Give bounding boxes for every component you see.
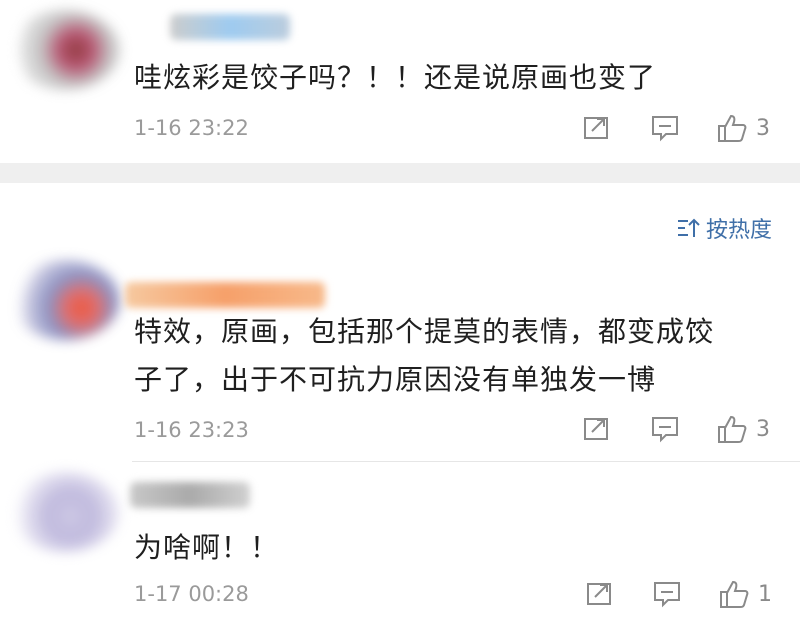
repost-button[interactable] [582, 114, 612, 142]
comment-text-line-1: 特效，原画，包括那个提莫的表情，都变成饺 [134, 315, 715, 348]
username-redacted[interactable] [170, 14, 290, 40]
thumbs-up-icon [718, 415, 747, 443]
comment-button[interactable] [650, 114, 680, 142]
like-button[interactable]: 1 [718, 578, 772, 610]
comment-icon [654, 582, 680, 608]
avatar[interactable] [10, 260, 120, 340]
like-count: 3 [756, 416, 770, 442]
username-redacted[interactable] [130, 482, 250, 508]
comment-card-1: 哇炫彩是饺子吗？！！还是说原画也变了 1-16 23:22 3 [0, 0, 800, 163]
repost-button[interactable] [585, 580, 615, 608]
comment-time: 1-16 23:22 [134, 116, 249, 140]
like-button[interactable]: 3 [716, 112, 770, 144]
comment-card-2: 特效，原画，包括那个提莫的表情，都变成饺 子了，出于不可抗力原因没有单独发一博 … [0, 250, 800, 460]
comment-icon [652, 417, 678, 443]
comment-time: 1-16 23:23 [134, 418, 249, 442]
comment-text: 哇炫彩是饺子吗？！！还是说原画也变了 [134, 61, 657, 94]
repost-button[interactable] [582, 415, 612, 443]
comment-icon [652, 116, 678, 142]
like-count: 1 [758, 581, 772, 607]
like-count: 3 [756, 115, 770, 141]
username-redacted[interactable] [125, 282, 325, 308]
comment-time: 1-17 00:28 [134, 582, 249, 606]
section-divider [0, 163, 800, 183]
sort-by-hot-button[interactable]: 按热度 [676, 212, 772, 244]
repost-icon [587, 583, 611, 605]
comment-text-line-2: 子了，出于不可抗力原因没有单独发一博 [134, 363, 657, 396]
avatar[interactable] [10, 472, 120, 552]
avatar[interactable] [10, 10, 120, 90]
like-button[interactable]: 3 [716, 413, 770, 445]
comment-card-3: 为啥啊！！ 1-17 00:28 1 [0, 462, 800, 626]
sort-icon [677, 218, 700, 237]
repost-icon [584, 117, 608, 139]
thumbs-up-icon [718, 114, 747, 142]
sort-label: 按热度 [705, 218, 772, 243]
thumbs-up-icon [720, 580, 749, 608]
comment-button[interactable] [650, 415, 680, 443]
repost-icon [584, 418, 608, 440]
comment-text: 为啥啊！！ [134, 531, 280, 564]
comment-button[interactable] [652, 580, 682, 608]
